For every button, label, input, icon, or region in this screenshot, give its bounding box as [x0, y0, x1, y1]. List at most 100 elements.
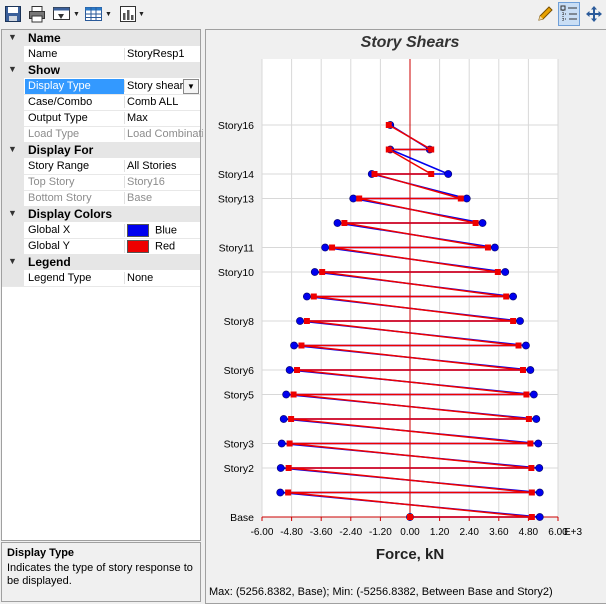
- prop-label: Top Story: [28, 176, 75, 188]
- prop-row-display-type[interactable]: Display Type Story shears ▼: [2, 78, 200, 95]
- data-point: [285, 366, 294, 374]
- data-point: [282, 390, 291, 399]
- story-label: Story11: [219, 243, 255, 255]
- story-label: Story5: [224, 390, 255, 402]
- data-point: [528, 514, 535, 520]
- plot-panel: Story Shears -6.00 -4.80 -3.60 -2.40 -1.20 0.0…: [205, 29, 606, 604]
- color-name: Blue: [155, 224, 178, 237]
- data-point: [310, 268, 319, 276]
- collapse-icon[interactable]: ▼: [8, 208, 17, 218]
- data-point: [494, 269, 501, 275]
- category-label: Show: [28, 63, 60, 77]
- data-point: [285, 489, 292, 496]
- prop-row-load-type: Load Type Load Combination: [2, 126, 203, 143]
- data-point: [490, 243, 499, 252]
- data-point: [319, 269, 326, 275]
- prop-label: Name: [28, 48, 58, 60]
- data-point: [349, 194, 358, 203]
- collapse-icon[interactable]: ▼: [8, 256, 17, 266]
- story-range-value[interactable]: All Stories: [124, 160, 203, 172]
- prop-row-output-type[interactable]: Output Type Max: [2, 110, 200, 127]
- data-point: [501, 268, 510, 276]
- data-point: [276, 488, 285, 497]
- help-text: Indicates the type of story response to …: [7, 562, 193, 587]
- prop-label: Global Y: [28, 240, 70, 252]
- x-axis-unit-suffix: E+3: [564, 527, 583, 538]
- category-legend[interactable]: ▼ Legend: [2, 254, 200, 270]
- case-combo-value[interactable]: Comb ALL: [124, 96, 203, 108]
- prop-row-global-x[interactable]: Global X Blue: [2, 222, 200, 239]
- name-value[interactable]: StoryResp1: [124, 48, 203, 60]
- prop-label: Bottom Story: [28, 192, 92, 204]
- prop-row-legend-type[interactable]: Legend Type None: [2, 270, 200, 287]
- global-y-value[interactable]: Red: [124, 240, 203, 253]
- story-label: Base: [230, 512, 254, 524]
- data-point: [509, 292, 518, 301]
- chart-icon[interactable]: ▼: [119, 4, 145, 24]
- help-title: Display Type: [7, 547, 75, 559]
- collapse-icon[interactable]: ▼: [8, 64, 17, 74]
- data-point: [503, 293, 510, 300]
- x-tick-label: 3.60: [489, 527, 509, 538]
- category-display-for[interactable]: ▼ Display For: [2, 142, 200, 158]
- display-type-value[interactable]: Story shears: [124, 80, 187, 92]
- data-point: [385, 122, 392, 128]
- data-point: [525, 416, 532, 422]
- x-tick-label: 4.80: [519, 527, 539, 538]
- output-type-value[interactable]: Max: [124, 112, 203, 124]
- data-point: [356, 195, 363, 202]
- data-point: [321, 243, 330, 252]
- data-point: [279, 415, 288, 423]
- data-point: [407, 514, 413, 520]
- x-tick-label: -3.60: [310, 527, 333, 538]
- data-point: [296, 317, 304, 325]
- category-show[interactable]: ▼ Show: [2, 62, 200, 78]
- tree-options-icon[interactable]: [558, 2, 580, 26]
- data-point: [276, 464, 285, 472]
- story-shear-chart[interactable]: Story Shears -6.00 -4.80 -3.60 -2.40 -1.20 0.0…: [206, 30, 606, 585]
- story-label: Story3: [224, 439, 255, 451]
- collapse-icon[interactable]: ▼: [8, 144, 17, 154]
- help-panel: Display Type Indicates the type of story…: [1, 542, 201, 602]
- prop-row-story-range[interactable]: Story Range All Stories: [2, 158, 200, 175]
- print-icon[interactable]: [28, 4, 46, 24]
- story-label: Story14: [218, 169, 254, 181]
- data-point: [310, 293, 317, 300]
- color-swatch-red: [127, 240, 149, 253]
- table-icon[interactable]: ▼: [84, 4, 112, 24]
- data-point: [285, 465, 292, 471]
- load-type-value: Load Combination: [124, 128, 203, 140]
- display-options-icon[interactable]: ▼: [52, 4, 80, 24]
- toolbar: ▼ ▼ ▼: [0, 0, 606, 28]
- data-point: [290, 391, 297, 398]
- data-point: [534, 439, 543, 448]
- pencil-icon[interactable]: [536, 4, 554, 24]
- data-point: [532, 415, 541, 423]
- data-point: [510, 318, 517, 324]
- move-icon[interactable]: [585, 4, 603, 24]
- data-point: [341, 220, 348, 226]
- prop-row-name[interactable]: Name StoryResp1: [2, 46, 200, 63]
- story-label: Story6: [224, 365, 255, 377]
- category-name[interactable]: ▼ Name: [2, 30, 200, 46]
- prop-row-global-y[interactable]: Global Y Red: [2, 238, 200, 255]
- category-display-colors[interactable]: ▼ Display Colors: [2, 206, 200, 222]
- global-x-value[interactable]: Blue: [124, 224, 203, 237]
- data-point: [528, 465, 535, 471]
- prop-label: Global X: [28, 224, 71, 236]
- prop-label: Legend Type: [28, 272, 92, 284]
- data-point: [523, 391, 530, 398]
- save-icon[interactable]: [4, 4, 22, 24]
- collapse-icon[interactable]: ▼: [8, 32, 17, 42]
- category-label: Name: [28, 31, 61, 45]
- data-point: [457, 195, 464, 202]
- bottom-story-value: Base: [124, 192, 203, 204]
- story-label: Story2: [224, 463, 255, 475]
- dropdown-button[interactable]: ▼: [183, 79, 199, 94]
- prop-row-case-combo[interactable]: Case/Combo Comb ALL: [2, 94, 200, 111]
- legend-type-value[interactable]: None: [124, 272, 203, 284]
- x-tick-label: -6.00: [251, 527, 274, 538]
- data-point: [529, 390, 538, 399]
- data-point: [519, 367, 526, 373]
- data-point: [484, 244, 491, 251]
